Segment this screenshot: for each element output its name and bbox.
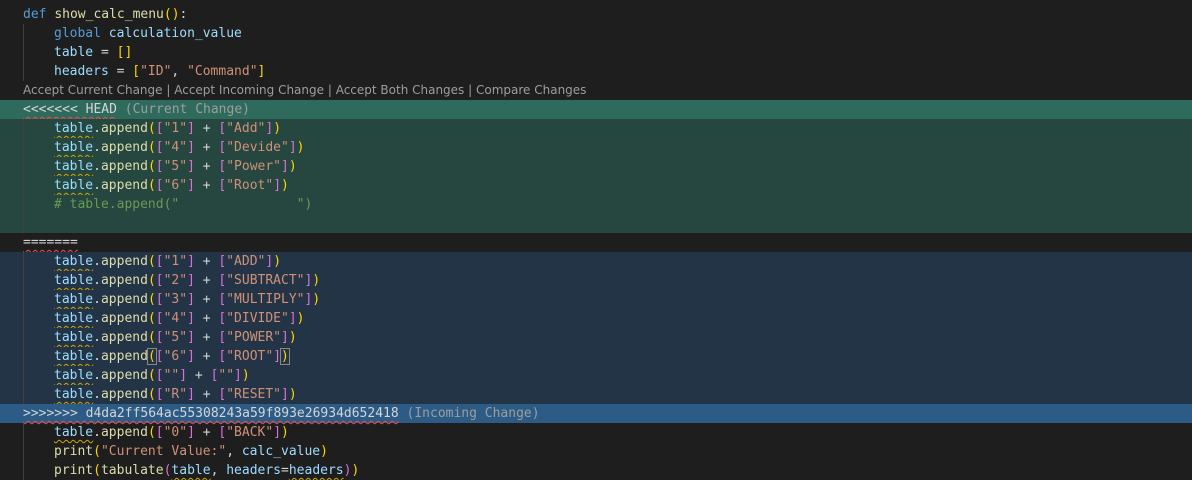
accept-current-change-link[interactable]: Accept Current Change	[23, 83, 163, 97]
incoming-change-header[interactable]: >>>>>>> d4da2ff564ac55308243a59f893e2693…	[0, 404, 1192, 423]
table-variable: table	[54, 292, 94, 307]
indent-guide	[23, 24, 24, 43]
incoming-change-line[interactable]: table.append([""] + [""])	[0, 366, 1192, 385]
table-variable: table	[54, 121, 94, 136]
indent-guide	[23, 43, 24, 62]
code-line[interactable]: table.append(["0"] + ["BACK"])	[0, 423, 1192, 442]
table-variable: table	[54, 178, 94, 193]
table-variable: table	[54, 311, 94, 326]
append-method: append	[100, 387, 148, 402]
code-line[interactable]: print("Current Value:", calc_value)	[0, 442, 1192, 461]
incoming-change-line[interactable]: table.append(["2"] + ["SUBTRACT"])	[0, 271, 1192, 290]
def-keyword: def	[23, 7, 47, 22]
incoming-change-label: (Incoming Change)	[406, 406, 540, 421]
headers-keyword-arg: headers	[226, 463, 282, 478]
append-method: append	[100, 368, 148, 383]
append-method: append	[100, 425, 148, 440]
headers-variable: headers	[54, 64, 109, 79]
code-line[interactable]: headers = ["ID", "Command"]	[0, 62, 1192, 81]
incoming-change-line[interactable]: table.append(["R"] + ["RESET"])	[0, 385, 1192, 404]
append-method: append	[100, 159, 148, 174]
table-variable: table	[54, 387, 94, 402]
append-method: append	[100, 254, 148, 269]
append-method: append	[100, 273, 148, 288]
append-method: append	[100, 292, 148, 307]
header-command-string: "Command"	[187, 64, 258, 79]
current-change-label: (Current Change)	[124, 102, 250, 117]
incoming-change-line[interactable]: table.append(["3"] + ["MULTIPLY"])	[0, 290, 1192, 309]
table-variable: table	[54, 368, 94, 383]
code-comment: # table.append(" ")	[54, 197, 313, 212]
merge-conflict-codelens: Accept Current Change | Accept Incoming …	[0, 81, 1192, 100]
current-change-line[interactable]: table.append(["1"] + ["Add"])	[0, 119, 1192, 138]
table-variable: table	[54, 45, 94, 60]
head-marker: <<<<<<< HEAD	[23, 102, 117, 117]
print-function: print	[54, 463, 94, 478]
table-variable: table	[54, 425, 94, 440]
calc-value-variable: calc_value	[241, 444, 321, 459]
codelens-separator: |	[464, 83, 476, 97]
current-change-blank-line[interactable]	[0, 214, 1192, 233]
table-variable: table	[54, 254, 94, 269]
current-change-line[interactable]: table.append(["4"] + ["Devide"])	[0, 138, 1192, 157]
header-id-string: "ID"	[140, 64, 172, 79]
code-editor[interactable]: def show_calc_menu(): global calculation…	[0, 0, 1192, 480]
global-variable: calculation_value	[108, 26, 242, 41]
incoming-change-line[interactable]: table.append(["1"] + ["ADD"])	[0, 252, 1192, 271]
code-line[interactable]: global calculation_value	[0, 24, 1192, 43]
append-method: append	[100, 121, 148, 136]
table-variable: table	[171, 463, 211, 478]
current-change-header[interactable]: <<<<<<< HEAD (Current Change)	[0, 100, 1192, 119]
tabulate-function: tabulate	[100, 463, 164, 478]
append-method: append	[100, 349, 148, 364]
current-value-string: "Current Value:"	[100, 444, 227, 459]
code-line[interactable]: def show_calc_menu():	[0, 5, 1192, 24]
append-method: append	[100, 140, 148, 155]
incoming-marker: >>>>>>> d4da2ff564ac55308243a59f893e2693…	[23, 406, 399, 421]
function-name: show_calc_menu	[54, 7, 164, 22]
table-variable: table	[54, 330, 94, 345]
print-function: print	[54, 444, 94, 459]
accept-incoming-change-link[interactable]: Accept Incoming Change	[174, 83, 324, 97]
text-cursor	[288, 349, 290, 364]
current-change-comment-line[interactable]: # table.append(" ")	[0, 195, 1192, 214]
current-change-line[interactable]: table.append(["6"] + ["Root"])	[0, 176, 1192, 195]
current-change-line[interactable]: table.append(["5"] + ["Power"])	[0, 157, 1192, 176]
append-method: append	[100, 330, 148, 345]
headers-variable: headers	[288, 463, 344, 478]
incoming-change-line[interactable]: table.append(["4"] + ["DIVIDE"])	[0, 309, 1192, 328]
codelens-separator: |	[324, 83, 336, 97]
code-line[interactable]: table = []	[0, 43, 1192, 62]
codelens-separator: |	[162, 83, 175, 97]
conflict-separator[interactable]: =======	[0, 233, 1192, 252]
indent-guide	[23, 62, 24, 81]
table-variable: table	[54, 140, 94, 155]
code-line[interactable]: print(tabulate(table, headers=headers))	[0, 461, 1192, 480]
incoming-change-line-active[interactable]: table.append(["6"] + ["ROOT"])	[0, 347, 1192, 366]
table-variable: table	[54, 349, 94, 364]
compare-changes-link[interactable]: Compare Changes	[476, 83, 586, 97]
append-method: append	[100, 178, 148, 193]
accept-both-changes-link[interactable]: Accept Both Changes	[336, 83, 465, 97]
separator-marker: =======	[23, 235, 78, 250]
bracket-match-highlight: (	[146, 348, 157, 365]
append-method: append	[100, 311, 148, 326]
incoming-change-line[interactable]: table.append(["5"] + ["POWER"])	[0, 328, 1192, 347]
bracket-match-highlight: )	[280, 348, 290, 365]
table-variable: table	[54, 159, 94, 174]
table-variable: table	[54, 273, 94, 288]
global-keyword: global	[54, 26, 101, 41]
